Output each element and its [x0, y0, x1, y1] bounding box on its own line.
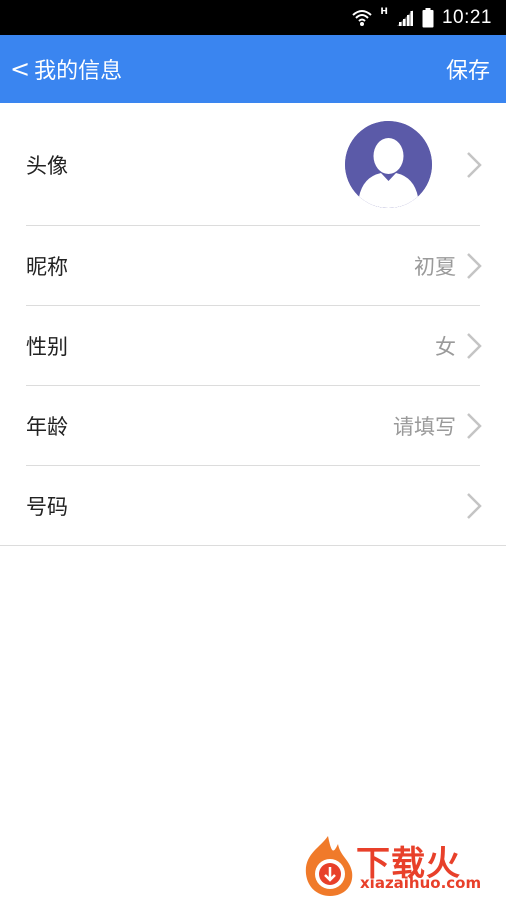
avatar[interactable] [345, 121, 432, 208]
divider [0, 545, 506, 546]
row-nickname[interactable]: 昵称 初夏 [0, 226, 506, 306]
status-time: 10:21 [441, 6, 492, 28]
row-avatar[interactable]: 头像 [0, 103, 506, 226]
row-value: 女 [435, 335, 456, 359]
profile-list: 头像 昵称 初夏 性别 女 年龄 请填写 号码 [0, 103, 506, 546]
flame-logo-icon [305, 836, 353, 896]
row-label: 年龄 [26, 415, 68, 439]
row-age[interactable]: 年龄 请填写 [0, 386, 506, 466]
row-value: 初夏 [414, 255, 456, 279]
screen: H 10:21 < 我的信息 保存 头像 昵称 初夏 性别 女 年龄 请填写 号… [0, 0, 506, 900]
watermark: 下载火 xiazaihuo.com [300, 832, 506, 900]
row-label: 头像 [26, 153, 68, 178]
wifi-icon [352, 9, 373, 27]
chevron-right-icon [467, 333, 482, 359]
save-button[interactable]: 保存 [446, 35, 490, 103]
chevron-left-icon: < [10, 55, 31, 83]
row-gender[interactable]: 性别 女 [0, 306, 506, 386]
chevron-right-icon [467, 253, 482, 279]
network-type-label: H [380, 6, 388, 17]
watermark-site: xiazaihuo.com [360, 874, 482, 892]
back-button[interactable]: < 我的信息 [10, 35, 122, 103]
chevron-right-icon [467, 413, 482, 439]
chevron-right-icon [467, 493, 482, 519]
user-silhouette-icon [345, 121, 432, 208]
battery-icon [422, 7, 434, 28]
row-phone[interactable]: 号码 [0, 466, 506, 546]
status-bar: H 10:21 [0, 0, 506, 35]
app-bar: < 我的信息 保存 [0, 35, 506, 103]
row-label: 性别 [26, 335, 68, 359]
row-value: 请填写 [393, 415, 456, 439]
row-label: 昵称 [26, 255, 68, 279]
signal-icon [396, 9, 414, 27]
row-label: 号码 [26, 495, 68, 519]
chevron-right-icon [467, 151, 482, 178]
page-title: 我的信息 [34, 59, 123, 84]
